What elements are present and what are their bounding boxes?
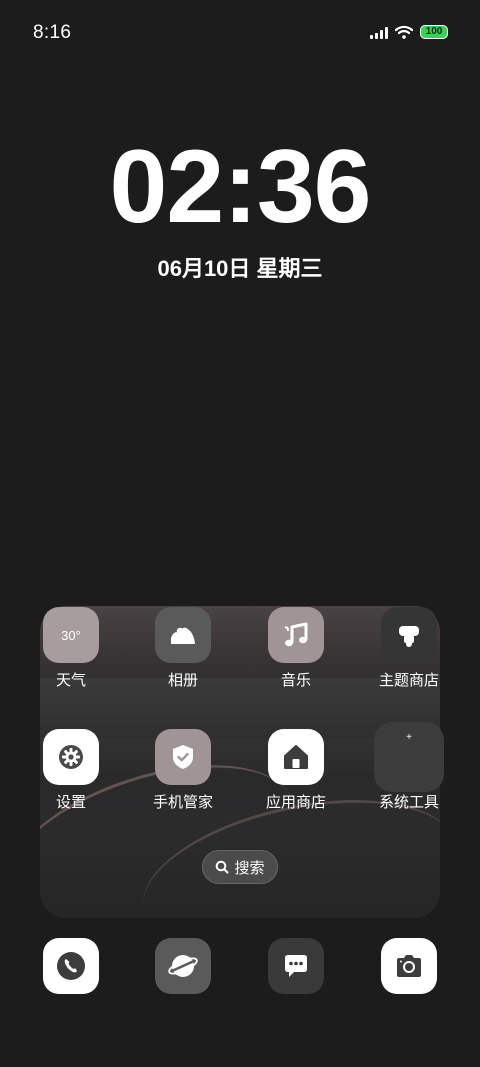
status-time: 8:16 (33, 22, 72, 43)
app-settings[interactable]: 设置 (15, 729, 127, 812)
theme-store-icon (381, 607, 437, 663)
app-label: 主题商店 (378, 672, 439, 689)
app-label: 天气 (55, 672, 86, 689)
app-label: 音乐 (280, 672, 311, 689)
wifi-icon (395, 25, 413, 39)
app-phone-manager[interactable]: 手机管家 (127, 729, 239, 812)
camera-icon[interactable] (381, 938, 437, 994)
search-label: 搜索 (234, 859, 265, 877)
weather-icon: 30° (43, 607, 99, 663)
home-screen: 8:16 100 02:36 06月10日 星期三 30° 天气 相册 音乐 主… (0, 0, 480, 1067)
app-gallery[interactable]: 相册 (127, 607, 239, 690)
folder-mini-icon: + (402, 731, 416, 745)
browser-icon[interactable] (155, 938, 211, 994)
status-icons: 100 (370, 25, 448, 39)
clock-time[interactable]: 02:36 (0, 135, 480, 239)
messages-icon[interactable] (268, 938, 324, 994)
app-system-tools-folder[interactable]: + 系统工具 (353, 722, 465, 812)
battery-icon: 100 (420, 25, 448, 39)
app-label: 相册 (167, 672, 198, 689)
app-label: 系统工具 (378, 794, 439, 811)
app-store-icon (268, 729, 324, 785)
phone-manager-icon (155, 729, 211, 785)
phone-icon[interactable] (43, 938, 99, 994)
app-app-store[interactable]: 应用商店 (240, 729, 352, 812)
app-theme-store[interactable]: 主题商店 (353, 607, 465, 690)
gallery-icon (155, 607, 211, 663)
status-bar: 8:16 100 (0, 0, 480, 66)
dock (0, 938, 480, 996)
clock-date[interactable]: 06月10日 星期三 (0, 251, 480, 283)
settings-icon (43, 729, 99, 785)
search-icon (216, 860, 229, 874)
search-button[interactable]: 搜索 (202, 850, 278, 884)
music-icon (268, 607, 324, 663)
app-label: 手机管家 (152, 794, 213, 811)
cell-signal-icon (370, 26, 388, 39)
system-tools-folder-icon: + (374, 722, 444, 792)
app-music[interactable]: 音乐 (240, 607, 352, 690)
app-label: 应用商店 (265, 794, 326, 811)
app-label: 设置 (55, 794, 86, 811)
app-weather[interactable]: 30° 天气 (15, 607, 127, 690)
